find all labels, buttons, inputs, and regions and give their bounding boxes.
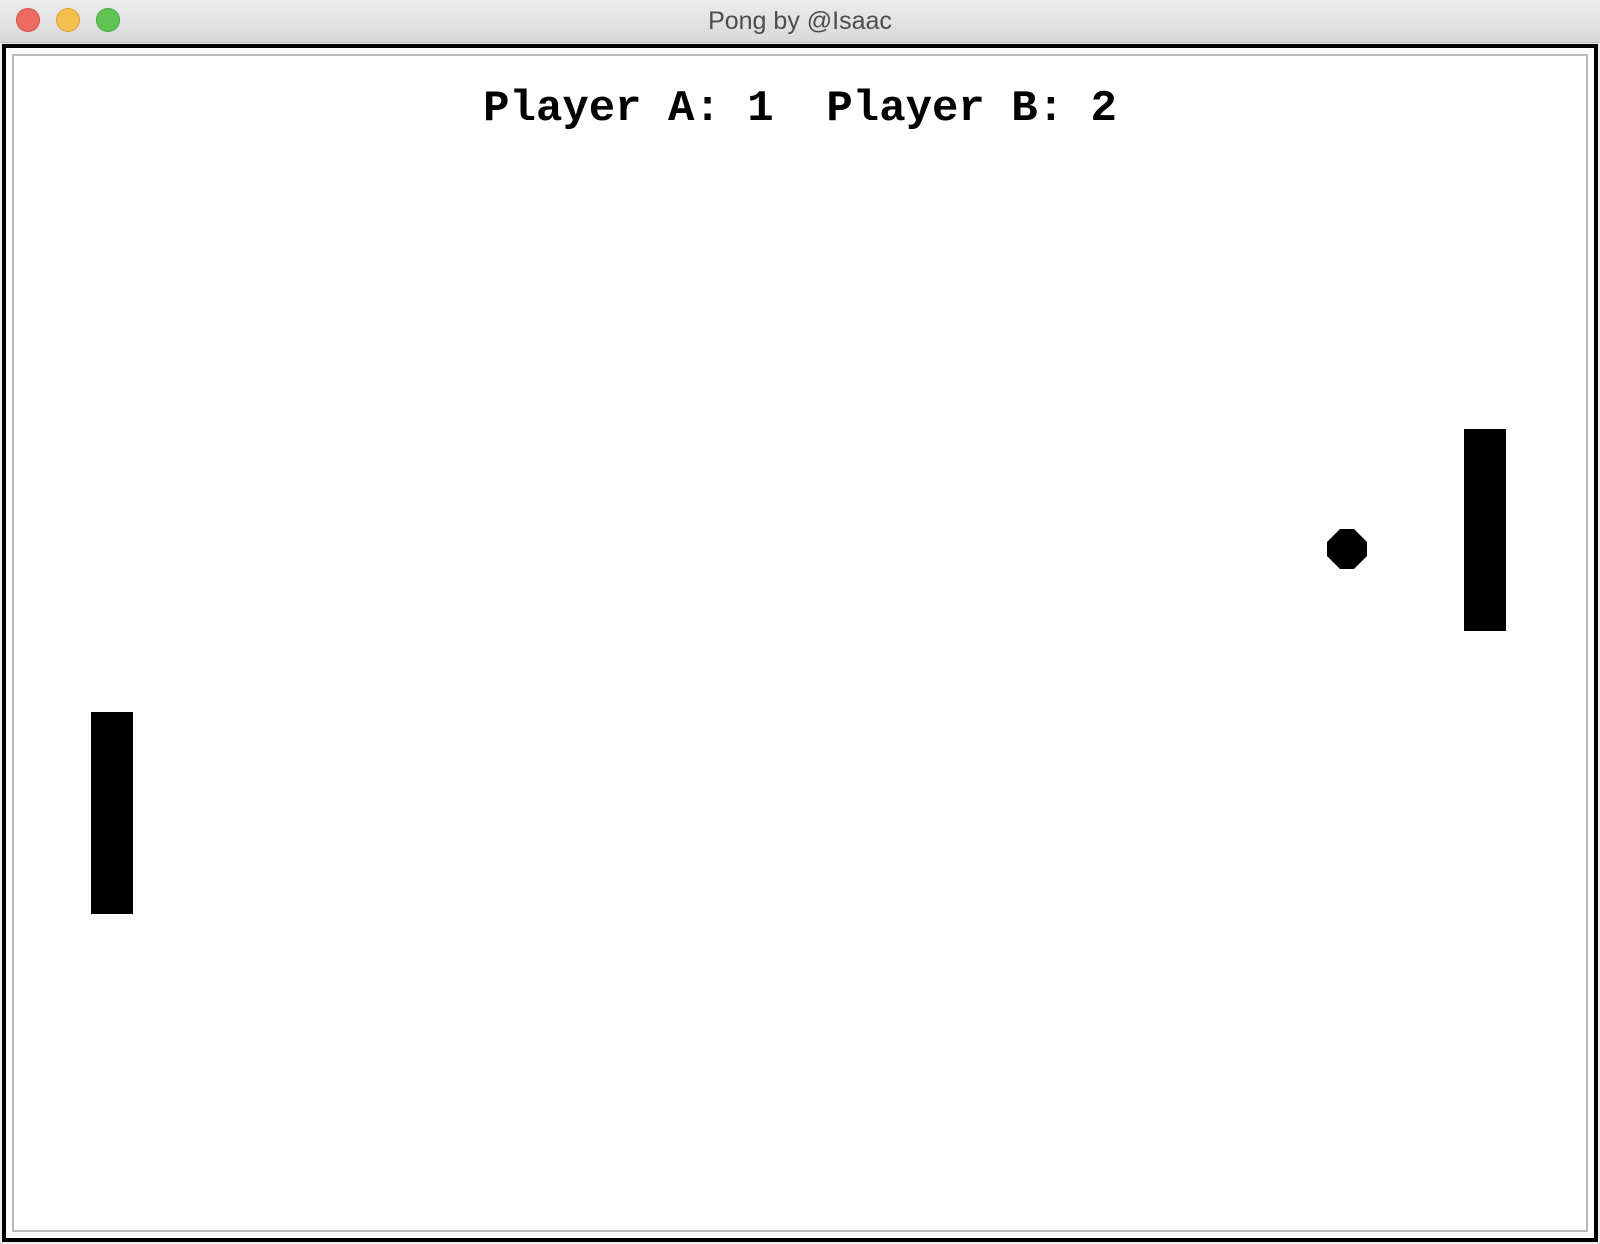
paddle-b — [1464, 429, 1506, 631]
player-a-score: 1 — [747, 84, 774, 134]
ball-shape — [1327, 529, 1367, 569]
paddle-a — [91, 712, 133, 914]
player-a-label: Player A: — [483, 84, 721, 134]
game-canvas[interactable]: Player A: 1 Player B: 2 — [12, 54, 1588, 1232]
game-frame: Player A: 1 Player B: 2 — [2, 44, 1598, 1242]
title-bar[interactable]: Pong by @Isaac — [0, 0, 1600, 43]
window-title: Pong by @Isaac — [708, 7, 892, 35]
player-b-score: 2 — [1090, 84, 1117, 134]
player-b-label: Player B: — [826, 84, 1065, 134]
app-window: Pong by @Isaac Player A: 1 Player B: 2 — [0, 0, 1600, 1244]
ball — [1327, 529, 1367, 569]
scoreboard: Player A: 1 Player B: 2 — [14, 84, 1586, 134]
